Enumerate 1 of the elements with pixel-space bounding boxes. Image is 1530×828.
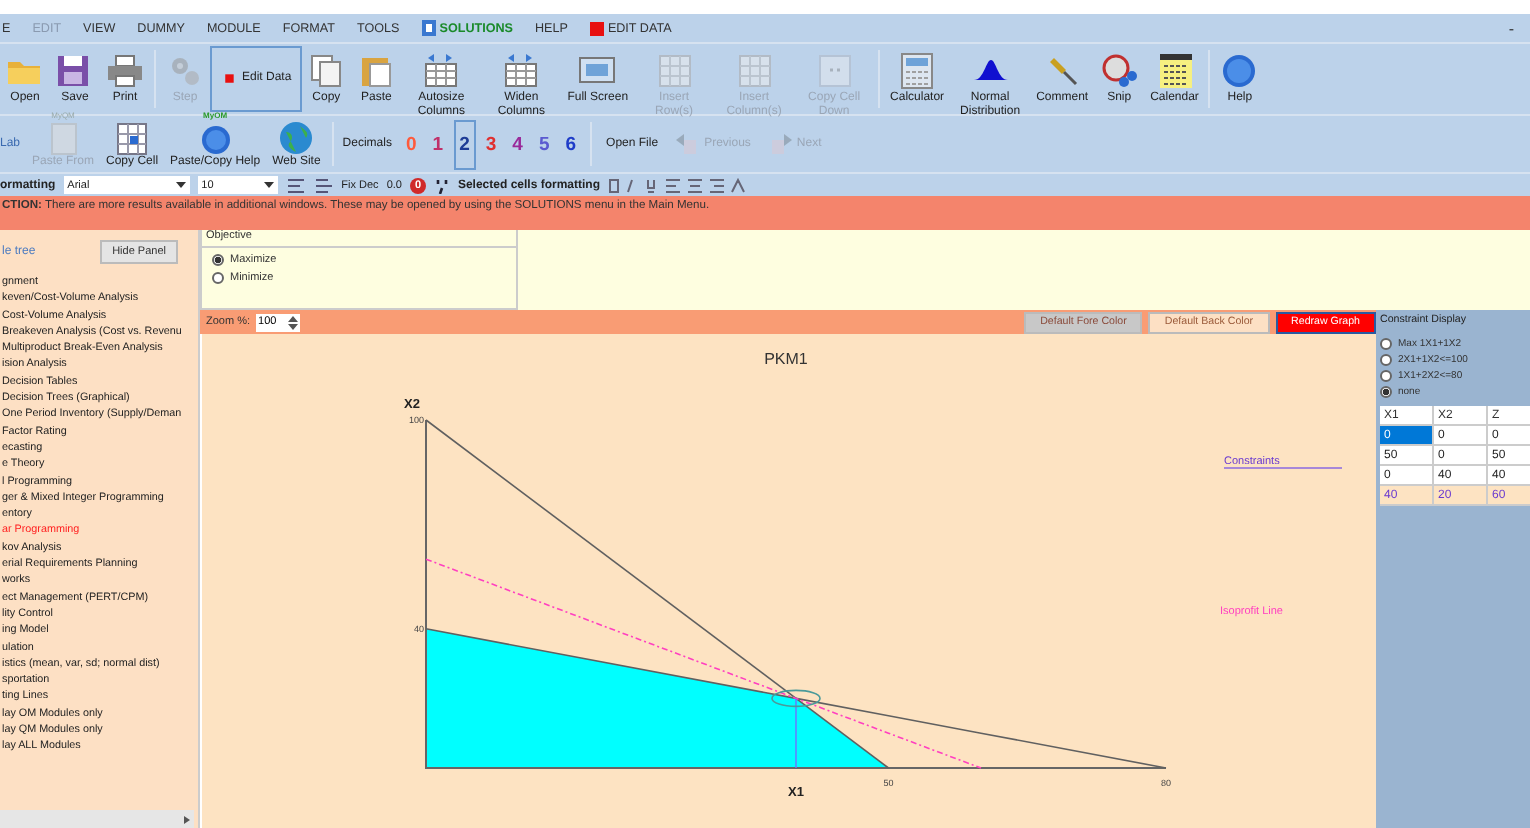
chart-title: PKM1	[764, 350, 808, 368]
